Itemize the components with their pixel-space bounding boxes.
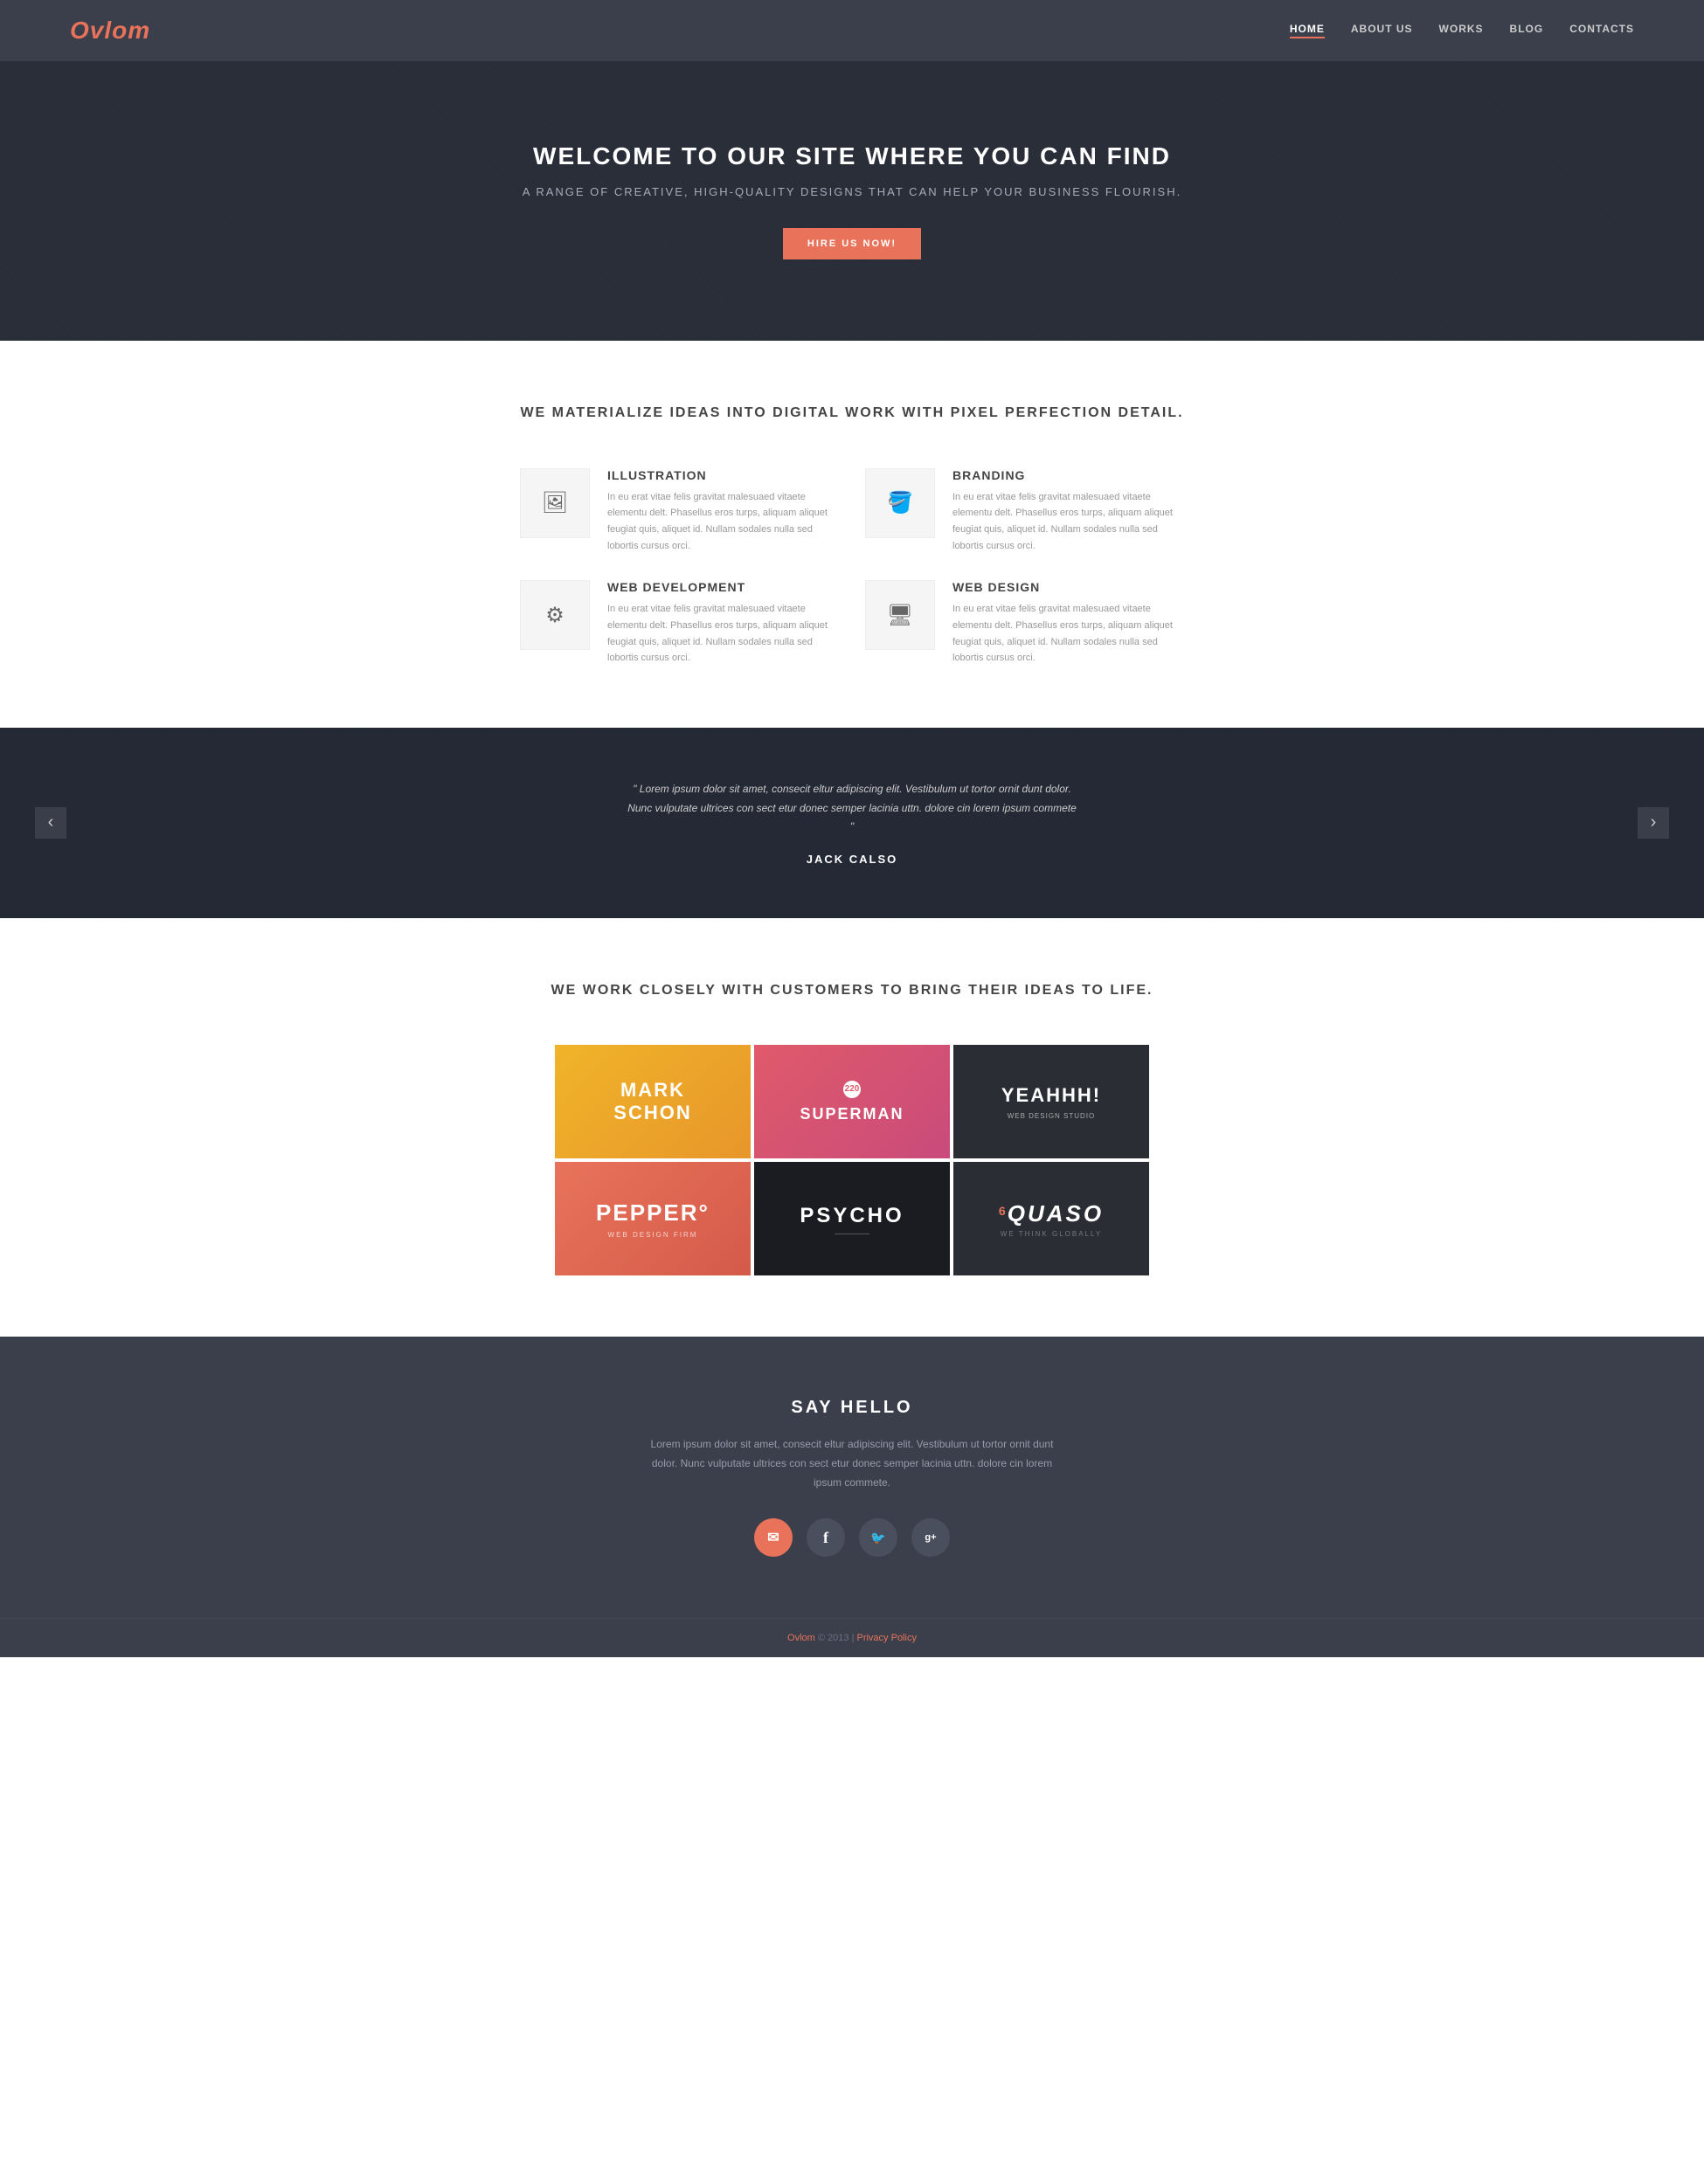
logo-o: O (70, 17, 90, 44)
footer-privacy-link[interactable]: Privacy Policy (856, 1633, 916, 1643)
portfolio-item-pepper[interactable]: PEPPER° WEB DESIGN FIRM (555, 1162, 751, 1275)
hero: WELCOME TO OUR SITE WHERE YOU CAN FIND A… (0, 61, 1704, 341)
portfolio-item-superman[interactable]: 220 SUPERMAN (754, 1045, 950, 1158)
email-symbol: ✉ (767, 1529, 779, 1546)
portfolio-label-superman: SUPERMAN (800, 1105, 904, 1124)
testimonial-author: JACK CALSO (70, 853, 1634, 866)
webdesign-desc: In eu erat vitae felis gravitat malesuae… (952, 601, 1184, 667)
webdesign-icon-box: 🖥 (865, 580, 935, 650)
webdev-icon: ⚙ (545, 603, 565, 628)
portfolio-label-pepper: PEPPER° (596, 1199, 710, 1227)
googleplus-icon[interactable]: g+ (911, 1518, 950, 1557)
webdesign-content: Web Design In eu erat vitae felis gravit… (952, 580, 1184, 667)
webdev-icon-box: ⚙ (520, 580, 590, 650)
social-icons: ✉ f 🐦 g+ (70, 1518, 1634, 1557)
branding-content: Branding In eu erat vitae felis gravitat… (952, 468, 1184, 555)
portfolio-item-markschon[interactable]: MARKSCHON (555, 1045, 751, 1158)
facebook-icon[interactable]: f (807, 1518, 845, 1557)
testimonial-next-button[interactable]: › (1638, 807, 1669, 839)
pepper-sub: WEB DESIGN FIRM (608, 1231, 698, 1239)
webdev-desc: In eu erat vitae felis gravitat malesuae… (607, 601, 839, 667)
email-icon[interactable]: ✉ (754, 1518, 793, 1557)
branding-icon-box: 🪣 (865, 468, 935, 538)
quaso-wrapper: 6 QUASO (999, 1200, 1104, 1227)
googleplus-symbol: g+ (925, 1532, 936, 1543)
portfolio-title: WE WORK CLOSELY WITH CUSTOMERS TO BRING … (70, 979, 1634, 1002)
webdesign-icon: 🖥 (887, 603, 913, 628)
logo: Ovlom (70, 17, 150, 45)
illustration-content: Illustration In eu erat vitae felis grav… (607, 468, 839, 555)
service-webdev: ⚙ Web Development In eu erat vitae felis… (520, 580, 839, 667)
footer: Ovlom © 2013 | Privacy Policy (0, 1618, 1704, 1657)
portfolio-label-quaso: QUASO (1008, 1200, 1104, 1227)
portfolio-section: WE WORK CLOSELY WITH CUSTOMERS TO BRING … (0, 918, 1704, 1337)
nav-works[interactable]: WORKS (1439, 23, 1484, 38)
hero-title: WELCOME TO OUR SITE WHERE YOU CAN FIND (523, 142, 1181, 170)
portfolio-grid: MARKSCHON 220 SUPERMAN YEAHHH! WEB DESIG… (555, 1045, 1149, 1275)
footer-brand-link[interactable]: Ovlom (787, 1633, 815, 1643)
webdev-content: Web Development In eu erat vitae felis g… (607, 580, 839, 667)
superman-number: 220 (843, 1081, 861, 1098)
nav-home[interactable]: HOME (1290, 23, 1325, 38)
hero-section: WELCOME TO OUR SITE WHERE YOU CAN FIND A… (0, 61, 1704, 341)
quaso-sub: WE THINK GLOBALLY (1001, 1230, 1102, 1238)
nav-blog[interactable]: BLOG (1510, 23, 1544, 38)
hero-subtitle: A RANGE OF CREATIVE, HIGH-QUALITY DESIGN… (523, 183, 1181, 202)
branding-desc: In eu erat vitae felis gravitat malesuae… (952, 489, 1184, 555)
nav-about[interactable]: ABOUT US (1351, 23, 1413, 38)
service-webdesign: 🖥 Web Design In eu erat vitae felis grav… (865, 580, 1184, 667)
illustration-title: Illustration (607, 468, 839, 482)
service-illustration: 🖼 Illustration In eu erat vitae felis gr… (520, 468, 839, 555)
portfolio-item-yeahhh[interactable]: YEAHHH! WEB DESIGN STUDIO (953, 1045, 1149, 1158)
contact-desc: Lorem ipsum dolor sit amet, consecit elt… (642, 1435, 1062, 1492)
hire-button[interactable]: HIRE US NOW! (783, 228, 921, 259)
portfolio-label-markschon: MARKSCHON (613, 1079, 691, 1125)
webdesign-title: Web Design (952, 580, 1184, 594)
webdev-title: Web Development (607, 580, 839, 594)
quaso-pre-num: 6 (999, 1204, 1006, 1218)
twitter-icon[interactable]: 🐦 (859, 1518, 897, 1557)
illustration-desc: In eu erat vitae felis gravitat malesuae… (607, 489, 839, 555)
illustration-icon: 🖼 (542, 490, 568, 515)
header: Ovlom HOME ABOUT US WORKS BLOG CONTACTS (0, 0, 1704, 61)
services-title: WE MATERIALIZE IDEAS INTO DIGITAL WORK W… (70, 402, 1634, 425)
logo-text: vlom (90, 17, 150, 44)
footer-copy: © 2013 | (818, 1633, 857, 1643)
contact-section: SAY HELLO Lorem ipsum dolor sit amet, co… (0, 1337, 1704, 1618)
services-section: WE MATERIALIZE IDEAS INTO DIGITAL WORK W… (0, 341, 1704, 728)
yeahhh-sub: WEB DESIGN STUDIO (1008, 1112, 1096, 1120)
illustration-icon-box: 🖼 (520, 468, 590, 538)
contact-title: SAY HELLO (70, 1398, 1634, 1418)
service-branding: 🪣 Branding In eu erat vitae felis gravit… (865, 468, 1184, 555)
footer-text: Ovlom © 2013 | Privacy Policy (70, 1633, 1634, 1643)
twitter-symbol: 🐦 (870, 1531, 885, 1545)
portfolio-label-yeahhh: YEAHHH! (1001, 1084, 1101, 1107)
testimonial-prev-button[interactable]: ‹ (35, 807, 66, 839)
portfolio-item-quaso[interactable]: 6 QUASO WE THINK GLOBALLY (953, 1162, 1149, 1275)
branding-title: Branding (952, 468, 1184, 482)
services-grid: 🖼 Illustration In eu erat vitae felis gr… (520, 468, 1184, 667)
portfolio-item-psycho[interactable]: PSYCHO (754, 1162, 950, 1275)
nav: HOME ABOUT US WORKS BLOG CONTACTS (1290, 23, 1634, 38)
portfolio-label-psycho: PSYCHO (800, 1204, 904, 1229)
branding-icon: 🪣 (887, 490, 913, 515)
testimonial-text: " Lorem ipsum dolor sit amet, consecit e… (625, 780, 1079, 837)
facebook-symbol: f (823, 1529, 828, 1547)
hero-content: WELCOME TO OUR SITE WHERE YOU CAN FIND A… (523, 142, 1181, 259)
testimonial-section: ‹ " Lorem ipsum dolor sit amet, consecit… (0, 728, 1704, 918)
nav-contacts[interactable]: CONTACTS (1569, 23, 1634, 38)
